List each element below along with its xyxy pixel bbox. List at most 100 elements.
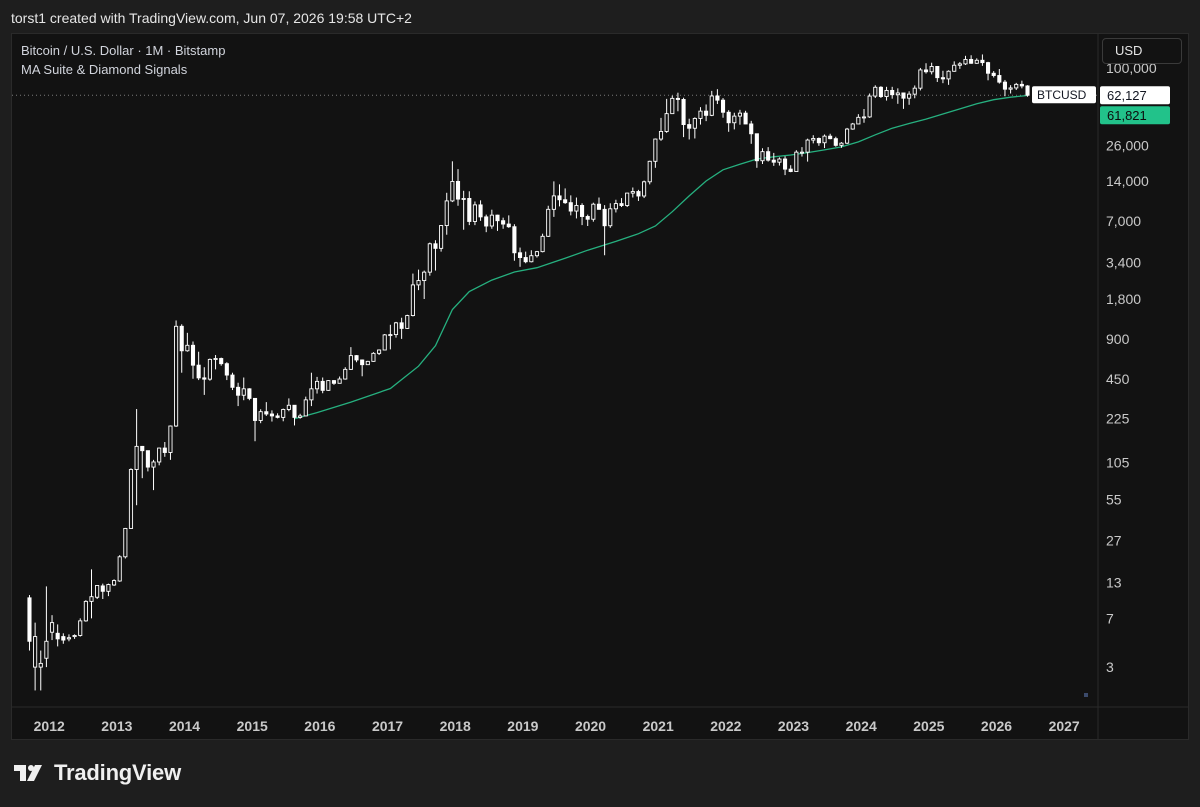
candle[interactable] xyxy=(704,104,709,122)
candle[interactable] xyxy=(439,225,444,252)
currency-button[interactable]: USD xyxy=(1102,38,1182,64)
chart-panel[interactable]: 100,000 26,000 14,000 7,000 3,400 1,800 900 450… xyxy=(11,33,1189,740)
candle[interactable] xyxy=(557,184,562,207)
candle[interactable] xyxy=(517,247,523,267)
candle[interactable] xyxy=(985,61,991,81)
candle[interactable] xyxy=(472,201,477,226)
candle[interactable] xyxy=(850,122,855,130)
candle[interactable] xyxy=(861,108,867,123)
candle[interactable] xyxy=(371,352,376,362)
candle[interactable] xyxy=(845,127,850,145)
candle[interactable] xyxy=(455,169,461,206)
candle[interactable] xyxy=(613,199,618,213)
candle[interactable] xyxy=(997,68,1002,84)
candle[interactable] xyxy=(112,579,117,586)
candle[interactable] xyxy=(55,624,60,647)
candle[interactable] xyxy=(377,349,382,356)
candle[interactable] xyxy=(822,134,827,149)
candle[interactable] xyxy=(331,380,337,385)
candle[interactable] xyxy=(647,160,652,185)
candle[interactable] xyxy=(574,197,579,219)
candle[interactable] xyxy=(416,269,421,291)
candle[interactable] xyxy=(207,358,212,381)
candle[interactable] xyxy=(799,147,805,157)
candle[interactable] xyxy=(833,136,838,147)
candle[interactable] xyxy=(89,569,94,619)
candle[interactable] xyxy=(157,447,162,466)
candle[interactable] xyxy=(343,367,348,380)
candle[interactable] xyxy=(179,324,184,373)
scroll-indicator[interactable] xyxy=(1084,693,1088,697)
candle[interactable] xyxy=(720,98,726,118)
candle[interactable] xyxy=(365,360,370,366)
candle[interactable] xyxy=(450,161,455,203)
candle[interactable] xyxy=(546,205,551,237)
candle[interactable] xyxy=(737,109,742,125)
candle[interactable] xyxy=(1008,85,1013,94)
candle[interactable] xyxy=(196,351,201,381)
candle[interactable] xyxy=(884,86,889,101)
candle[interactable] xyxy=(61,633,66,644)
candle[interactable] xyxy=(382,333,387,351)
candle[interactable] xyxy=(444,192,449,235)
candle[interactable] xyxy=(963,55,968,65)
candle[interactable] xyxy=(495,214,500,231)
candle[interactable] xyxy=(95,584,100,599)
candle[interactable] xyxy=(33,622,38,691)
symbol-title[interactable]: Bitcoin / U.S. Dollar · 1M · Bitstamp xyxy=(21,41,225,60)
candle[interactable] xyxy=(912,85,917,99)
candle[interactable] xyxy=(258,409,263,424)
candle[interactable] xyxy=(145,450,150,472)
candle[interactable] xyxy=(771,152,776,166)
candle[interactable] xyxy=(630,187,635,198)
candle[interactable] xyxy=(501,217,506,229)
candle[interactable] xyxy=(247,388,252,401)
candle[interactable] xyxy=(78,618,83,637)
candle[interactable] xyxy=(286,398,291,412)
candle[interactable] xyxy=(602,205,607,256)
candle[interactable] xyxy=(489,209,494,229)
candle[interactable] xyxy=(681,97,686,138)
candle[interactable] xyxy=(754,133,759,168)
candle[interactable] xyxy=(72,634,77,639)
candle[interactable] xyxy=(940,70,945,84)
candle[interactable] xyxy=(867,93,872,118)
candle[interactable] xyxy=(658,117,664,141)
candle[interactable] xyxy=(190,341,196,379)
candle[interactable] xyxy=(314,376,320,394)
candle[interactable] xyxy=(269,410,274,422)
candle[interactable] xyxy=(236,382,241,407)
candle[interactable] xyxy=(743,110,748,125)
candle[interactable] xyxy=(952,61,957,72)
candle[interactable] xyxy=(219,357,224,366)
candle[interactable] xyxy=(991,71,996,78)
candle[interactable] xyxy=(935,66,940,82)
candle[interactable] xyxy=(354,355,359,363)
candle[interactable] xyxy=(664,98,669,133)
candle[interactable] xyxy=(619,198,624,208)
candle[interactable] xyxy=(794,150,799,172)
candle[interactable] xyxy=(670,95,675,115)
candle[interactable] xyxy=(427,242,432,276)
candle[interactable] xyxy=(117,555,122,582)
candle[interactable] xyxy=(529,250,534,263)
candle[interactable] xyxy=(929,62,934,75)
candle[interactable] xyxy=(484,214,489,233)
candle[interactable] xyxy=(326,380,331,391)
candle[interactable] xyxy=(512,224,517,261)
candle[interactable] xyxy=(873,85,878,98)
candle[interactable] xyxy=(1014,82,1019,91)
candle[interactable] xyxy=(309,372,314,407)
candle[interactable] xyxy=(100,583,105,599)
candle[interactable] xyxy=(523,251,528,264)
candle[interactable] xyxy=(653,138,658,168)
candle[interactable] xyxy=(140,445,145,479)
candle[interactable] xyxy=(918,67,923,91)
candle[interactable] xyxy=(303,396,308,417)
candle[interactable] xyxy=(625,192,630,208)
candle[interactable] xyxy=(410,273,415,317)
candle[interactable] xyxy=(732,112,737,130)
candle[interactable] xyxy=(292,404,297,426)
candle[interactable] xyxy=(580,203,585,226)
candle[interactable] xyxy=(83,600,88,622)
